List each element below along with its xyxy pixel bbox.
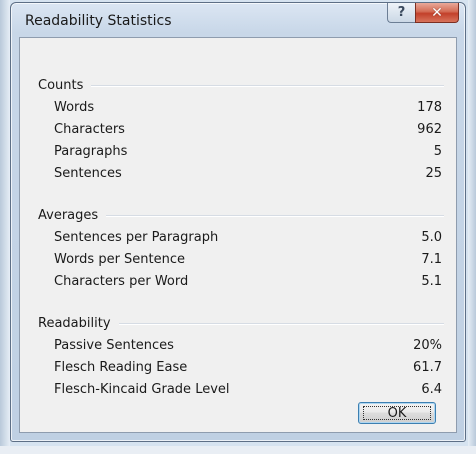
stat-row-paragraphs: Paragraphs 5 bbox=[54, 144, 442, 159]
ok-button[interactable]: OK bbox=[358, 402, 436, 424]
group-label: Counts bbox=[38, 78, 84, 93]
stat-row-passive-sentences: Passive Sentences 20% bbox=[54, 338, 442, 353]
stat-label: Flesch Reading Ease bbox=[54, 360, 188, 375]
close-button[interactable]: ✕ bbox=[415, 3, 459, 23]
group-header-counts: Counts bbox=[38, 78, 444, 93]
stat-value: 61.7 bbox=[413, 360, 442, 375]
background-left-edge bbox=[0, 0, 10, 454]
group-label: Readability bbox=[38, 316, 111, 331]
dialog-content: Counts Words 178 Characters 962 Paragrap… bbox=[19, 37, 457, 433]
stat-value: 5 bbox=[433, 144, 442, 159]
dialog-title: Readability Statistics bbox=[25, 13, 172, 29]
close-icon: ✕ bbox=[431, 4, 443, 21]
stat-label: Sentences per Paragraph bbox=[54, 230, 219, 245]
stat-value: 6.4 bbox=[421, 382, 442, 397]
stat-row-sentences: Sentences 25 bbox=[54, 166, 442, 181]
stat-value: 5.0 bbox=[421, 230, 442, 245]
stat-label: Passive Sentences bbox=[54, 338, 174, 353]
stat-value: 25 bbox=[425, 166, 442, 181]
background-bottom-edge bbox=[0, 446, 476, 454]
stat-row-words: Words 178 bbox=[54, 100, 442, 115]
stat-label: Paragraphs bbox=[54, 144, 128, 159]
stat-value: 20% bbox=[413, 338, 442, 353]
stat-label: Sentences bbox=[54, 166, 122, 181]
stat-label: Words bbox=[54, 100, 95, 115]
group-divider bbox=[106, 214, 444, 217]
group-divider bbox=[118, 322, 444, 325]
group-label: Averages bbox=[38, 208, 99, 223]
stat-row-flesch-reading-ease: Flesch Reading Ease 61.7 bbox=[54, 360, 442, 375]
stat-row-flesch-kincaid-grade-level: Flesch-Kincaid Grade Level 6.4 bbox=[54, 382, 442, 397]
stat-value: 178 bbox=[417, 100, 442, 115]
group-header-readability: Readability bbox=[38, 316, 444, 331]
question-mark-icon: ? bbox=[397, 5, 406, 20]
ok-button-label: OK bbox=[387, 405, 407, 421]
stat-row-characters-per-word: Characters per Word 5.1 bbox=[54, 274, 442, 289]
stat-row-characters: Characters 962 bbox=[54, 122, 442, 137]
stat-row-words-per-sentence: Words per Sentence 7.1 bbox=[54, 252, 442, 267]
stat-label: Flesch-Kincaid Grade Level bbox=[54, 382, 230, 397]
stat-value: 5.1 bbox=[421, 274, 442, 289]
readability-statistics-dialog: Readability Statistics ? ✕ Counts Words … bbox=[10, 2, 466, 442]
stat-value: 962 bbox=[417, 122, 442, 137]
stat-row-sentences-per-paragraph: Sentences per Paragraph 5.0 bbox=[54, 230, 442, 245]
stat-label: Words per Sentence bbox=[54, 252, 186, 267]
group-divider bbox=[91, 84, 444, 87]
help-button[interactable]: ? bbox=[387, 3, 415, 23]
group-header-averages: Averages bbox=[38, 208, 444, 223]
stat-label: Characters bbox=[54, 122, 125, 137]
background-right-edge bbox=[468, 0, 476, 454]
stat-label: Characters per Word bbox=[54, 274, 189, 289]
caption-buttons: ? ✕ bbox=[387, 3, 459, 25]
stat-value: 7.1 bbox=[421, 252, 442, 267]
title-bar[interactable]: Readability Statistics ? ✕ bbox=[11, 3, 465, 37]
